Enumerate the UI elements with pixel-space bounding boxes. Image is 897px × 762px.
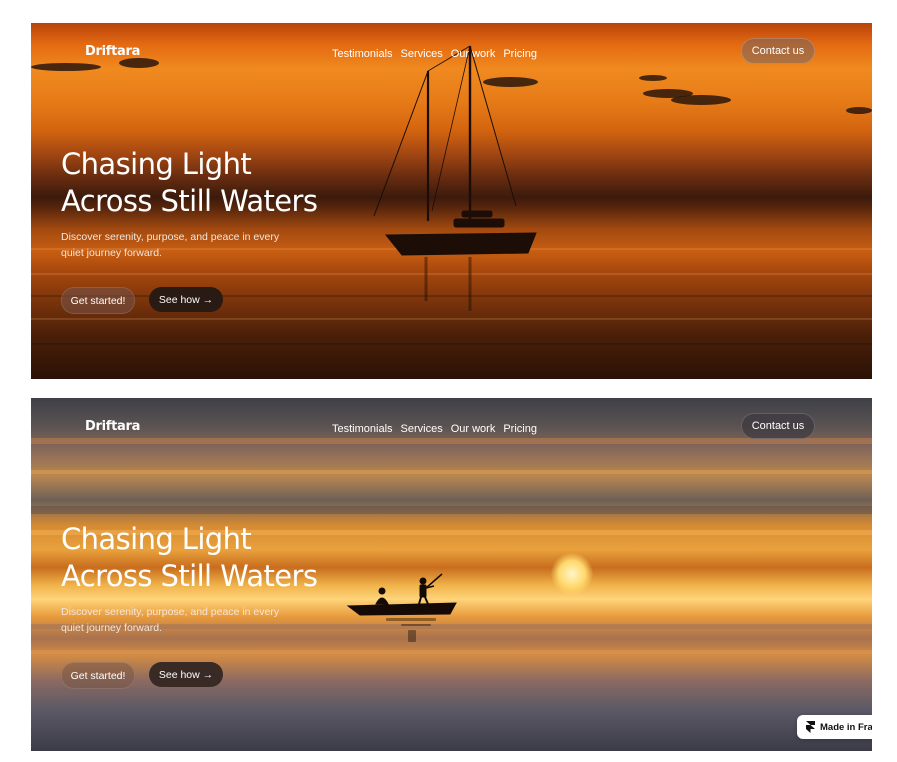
- cloud: [119, 58, 159, 68]
- water-ripple: [31, 273, 872, 275]
- hero-headline: Chasing Light Across Still Waters: [61, 146, 381, 220]
- nav-link-pricing[interactable]: Pricing: [503, 423, 537, 435]
- brand-logo[interactable]: Driftara: [85, 44, 140, 59]
- sky-streak: [31, 470, 872, 474]
- sky-streak: [31, 438, 872, 444]
- page-canvas: Driftara Testimonials Services Our work …: [0, 0, 897, 762]
- contact-button[interactable]: Contact us: [741, 38, 815, 64]
- see-how-button[interactable]: See how →: [149, 287, 223, 312]
- nav-link-services[interactable]: Services: [401, 48, 443, 60]
- sun: [551, 553, 593, 595]
- get-started-button[interactable]: Get started!: [61, 287, 135, 314]
- nav-link-testimonials[interactable]: Testimonials: [332, 423, 393, 435]
- brand-logo[interactable]: Driftara: [85, 419, 140, 434]
- nav-link-services[interactable]: Services: [401, 423, 443, 435]
- cloud: [671, 95, 731, 105]
- hero-subtext: Discover serenity, purpose, and peace in…: [61, 606, 280, 634]
- headline-line-2: Across Still Waters: [61, 184, 318, 218]
- framer-icon: [806, 721, 815, 733]
- sky-streak: [31, 506, 872, 514]
- water-ripple: [31, 318, 872, 320]
- top-nav: Testimonials Services Our work Pricing: [332, 423, 537, 435]
- water-streak: [31, 688, 872, 694]
- contact-button[interactable]: Contact us: [741, 413, 815, 439]
- made-in-framer-badge[interactable]: Made in Fram: [797, 715, 872, 739]
- cloud: [846, 107, 872, 114]
- sailboat-silhouette: [373, 45, 537, 311]
- nav-link-testimonials[interactable]: Testimonials: [332, 48, 393, 60]
- nav-link-our-work[interactable]: Our work: [451, 423, 496, 435]
- hero-subtext: Discover serenity, purpose, and peace in…: [61, 231, 280, 259]
- cloud: [31, 63, 101, 71]
- top-nav: Testimonials Services Our work Pricing: [332, 48, 537, 60]
- hero-sailboat: Driftara Testimonials Services Our work …: [31, 23, 872, 379]
- headline-line-1: Chasing Light: [61, 522, 252, 556]
- get-started-button[interactable]: Get started!: [61, 662, 135, 689]
- nav-link-pricing[interactable]: Pricing: [503, 48, 537, 60]
- headline-line-2: Across Still Waters: [61, 559, 318, 593]
- nav-link-our-work[interactable]: Our work: [451, 48, 496, 60]
- hero-headline: Chasing Light Across Still Waters: [61, 521, 381, 595]
- headline-line-1: Chasing Light: [61, 147, 252, 181]
- hero-fisherman: Driftara Testimonials Services Our work …: [31, 398, 872, 751]
- cloud: [639, 75, 667, 81]
- see-how-button[interactable]: See how →: [149, 662, 223, 687]
- water-ripple: [31, 343, 872, 345]
- badge-label: Made in Fram: [820, 721, 872, 733]
